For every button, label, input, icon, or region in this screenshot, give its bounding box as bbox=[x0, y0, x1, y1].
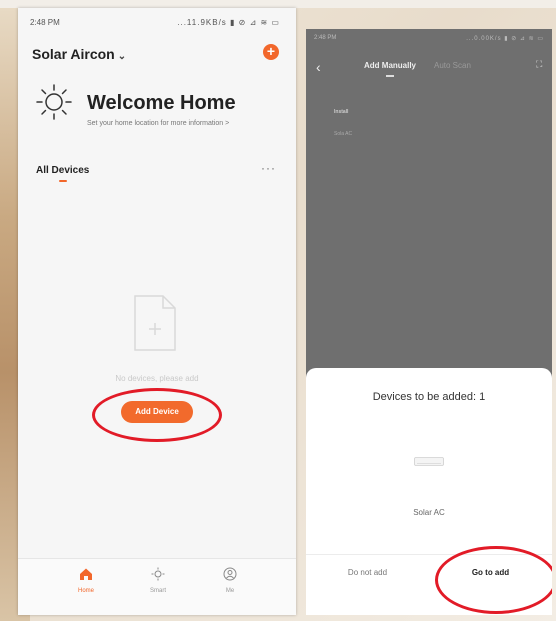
status-icons: ...0.00K/s ▮ ⊘ ⊿ ≋ ▭ bbox=[466, 36, 544, 42]
status-icons: ...11.9KB/s ▮ ⊘ ⊿ ≋ ▭ bbox=[177, 18, 280, 27]
status-time: 2:48 PM bbox=[30, 18, 60, 27]
tab-smart-label: Smart bbox=[149, 588, 166, 594]
list-item[interactable]: Install bbox=[334, 109, 348, 115]
tab-smart[interactable]: Smart bbox=[128, 567, 188, 594]
air-conditioner-icon bbox=[414, 457, 444, 466]
device-name: Solar AC bbox=[413, 508, 445, 517]
list-item[interactable]: Sola AC bbox=[334, 131, 352, 137]
devices-bottom-sheet: Devices to be added: 1 Solar AC Do not a… bbox=[306, 368, 552, 615]
highlight-circle bbox=[92, 388, 222, 442]
status-time: 2:48 PM bbox=[314, 35, 337, 41]
home-name: Solar Aircon bbox=[32, 46, 115, 62]
empty-state-text: No devices, please add bbox=[115, 374, 199, 383]
home-icon bbox=[80, 568, 92, 580]
tab-home-label: Home bbox=[77, 588, 94, 594]
tab-add-manually[interactable]: Add Manually bbox=[364, 61, 416, 70]
scan-icon[interactable]: ⛶ bbox=[536, 59, 542, 70]
sheet-title: Devices to be added: 1 bbox=[372, 391, 486, 403]
welcome-title: Welcome Home bbox=[87, 92, 236, 114]
tab-me-label: Me bbox=[225, 588, 235, 594]
home-selector[interactable]: Solar Aircon ⌄ bbox=[32, 46, 126, 62]
me-icon bbox=[223, 567, 237, 581]
right-phone-screen: 2:48 PM ...0.00K/s ▮ ⊘ ⊿ ≋ ▭ ‹ Add Manua… bbox=[306, 29, 552, 615]
highlight-circle bbox=[435, 546, 552, 614]
tab-home[interactable]: Home bbox=[56, 567, 116, 594]
back-icon[interactable]: ‹ bbox=[316, 59, 321, 75]
sun-icon bbox=[36, 84, 72, 120]
left-phone-screen: 2:48 PM ...11.9KB/s ▮ ⊘ ⊿ ≋ ▭ Solar Airc… bbox=[18, 8, 296, 615]
background-strip bbox=[0, 0, 556, 8]
smart-icon bbox=[151, 567, 165, 581]
tab-active-indicator bbox=[386, 75, 394, 77]
tab-all-devices[interactable]: All Devices bbox=[36, 165, 89, 176]
status-bar: 2:48 PM ...11.9KB/s ▮ ⊘ ⊿ ≋ ▭ bbox=[18, 8, 296, 34]
tab-active-indicator bbox=[59, 180, 67, 182]
more-icon[interactable]: ··· bbox=[261, 161, 276, 175]
empty-file-icon bbox=[134, 295, 176, 351]
welcome-subtitle-link[interactable]: Set your home location for more informat… bbox=[87, 120, 229, 127]
chevron-down-icon: ⌄ bbox=[117, 51, 127, 62]
tab-auto-scan[interactable]: Auto Scan bbox=[434, 61, 471, 70]
add-icon[interactable]: + bbox=[263, 44, 279, 60]
do-not-add-button[interactable]: Do not add bbox=[306, 568, 429, 577]
welcome-card[interactable]: Welcome Home Set your home location for … bbox=[32, 80, 282, 144]
tab-me[interactable]: Me bbox=[200, 567, 260, 594]
bottom-tab-bar: Home Smart Me bbox=[18, 558, 296, 615]
